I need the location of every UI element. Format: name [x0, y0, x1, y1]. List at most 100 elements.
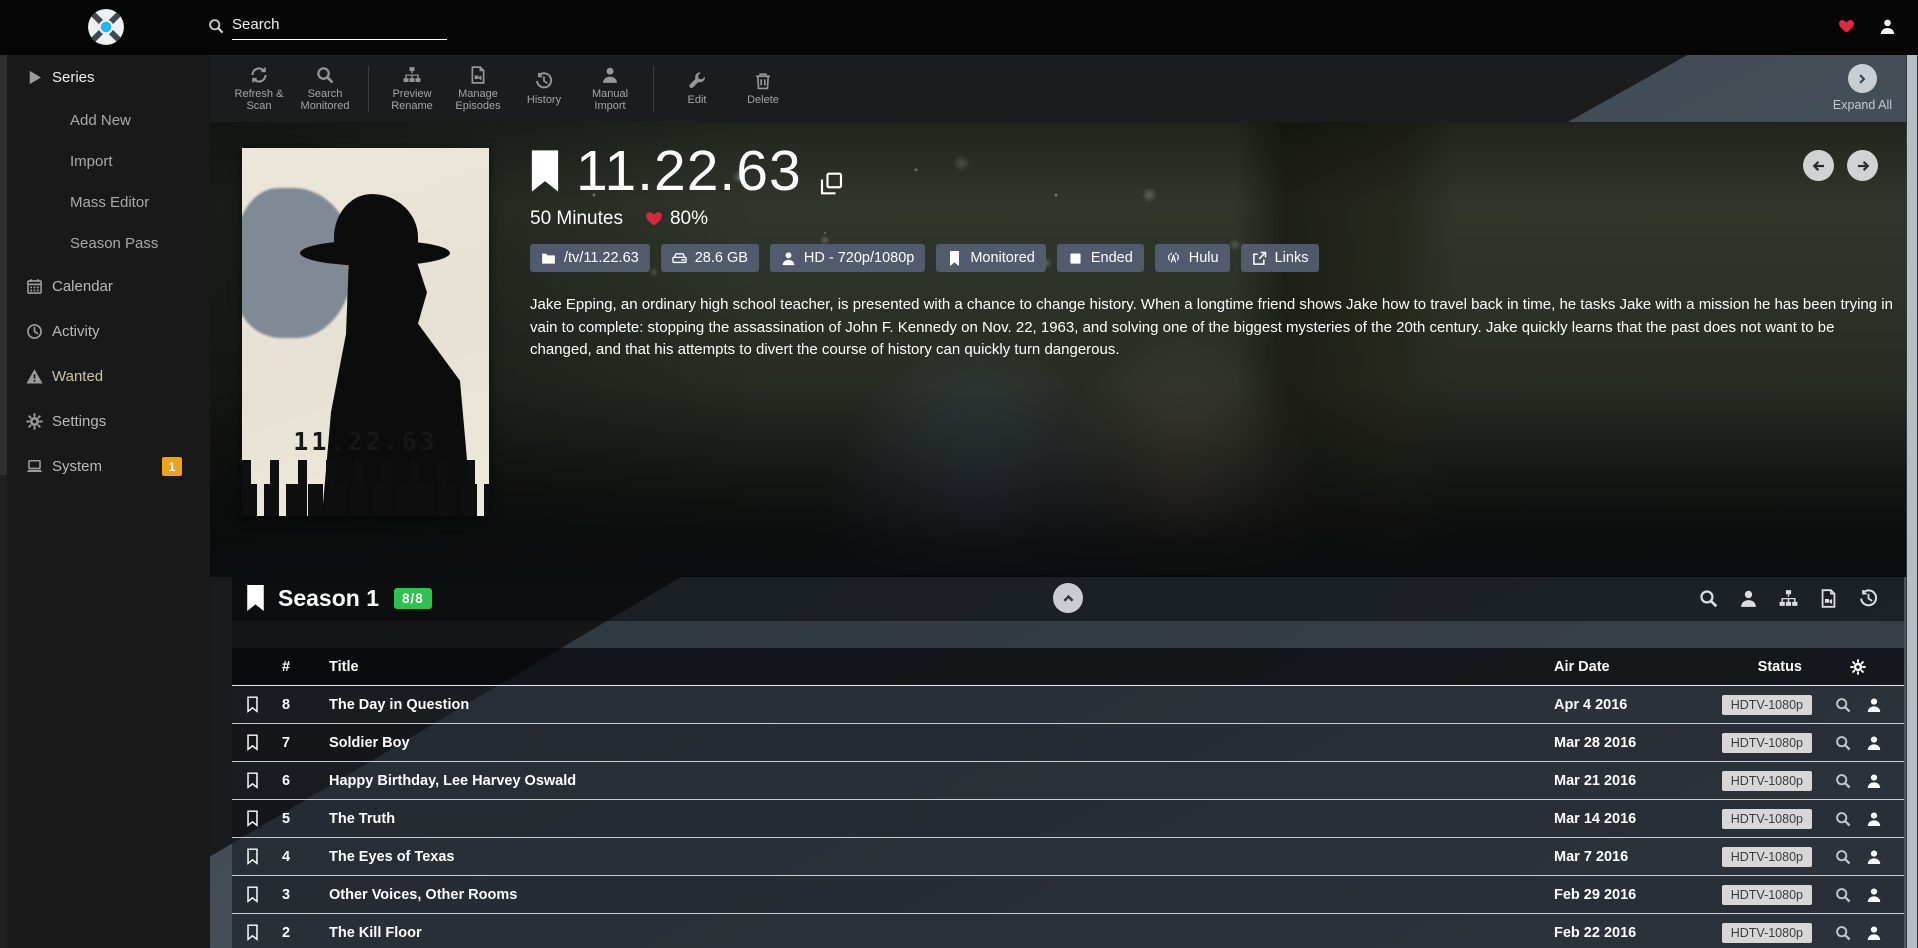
season-files-icon[interactable] [1819, 589, 1838, 608]
sidebar-item-series[interactable]: Series [0, 55, 210, 100]
hdd-icon [672, 251, 687, 266]
episode-monitor-toggle[interactable] [232, 886, 272, 903]
quality-badge[interactable]: HD - 720p/1080p [770, 244, 925, 272]
toolbar-button-label: Manage Episodes [446, 88, 510, 112]
user-icon[interactable] [1879, 18, 1896, 35]
episode-row[interactable]: 2 The Kill Floor Feb 22 2016 HDTV-1080p [232, 914, 1904, 948]
delete-button[interactable]: Delete [730, 72, 796, 106]
episode-air-date: Feb 22 2016 [1462, 925, 1662, 941]
episode-status-cell: HDTV-1080p [1662, 733, 1812, 753]
episode-quality-badge: HDTV-1080p [1722, 733, 1812, 753]
expand-all-button[interactable]: Expand All [1833, 64, 1892, 112]
episode-interactive-search-icon[interactable] [1866, 811, 1882, 827]
series-rating: 80% [670, 208, 708, 230]
episode-search-icon[interactable] [1835, 735, 1851, 751]
search-monitored-button[interactable]: Search Monitored [292, 66, 358, 112]
sidebar-scrollbar[interactable] [0, 55, 7, 948]
bookmark-outline-icon [246, 886, 259, 903]
season-history-icon[interactable] [1859, 589, 1878, 608]
episode-search-icon[interactable] [1835, 849, 1851, 865]
manual-import-button[interactable]: Manual Import [577, 66, 643, 112]
preview-rename-button[interactable]: Preview Rename [379, 66, 445, 112]
season-interactive-search-icon[interactable] [1739, 589, 1758, 608]
previous-series-button[interactable] [1803, 150, 1834, 181]
episode-row[interactable]: 3 Other Voices, Other Rooms Feb 29 2016 … [232, 876, 1904, 914]
size-badge[interactable]: 28.6 GB [661, 244, 759, 272]
episode-search-icon[interactable] [1835, 697, 1851, 713]
episode-monitor-toggle[interactable] [232, 810, 272, 827]
sonarr-logo-icon[interactable] [87, 8, 125, 46]
search-input[interactable] [232, 14, 447, 40]
episode-title[interactable]: The Day in Question [312, 697, 1462, 713]
sidebar-item-wanted[interactable]: Wanted [0, 354, 210, 399]
episode-title[interactable]: The Kill Floor [312, 925, 1462, 941]
sidebar-item-season-pass[interactable]: Season Pass [0, 223, 210, 264]
season-search-icon[interactable] [1699, 589, 1718, 608]
status-ended-badge[interactable]: Ended [1057, 244, 1144, 272]
air-date-column-header[interactable]: Air Date [1462, 659, 1662, 675]
sidebar-item-settings[interactable]: Settings [0, 399, 210, 444]
episode-monitor-toggle[interactable] [232, 924, 272, 941]
episode-monitor-toggle[interactable] [232, 772, 272, 789]
next-series-button[interactable] [1847, 150, 1878, 181]
episode-title[interactable]: The Truth [312, 811, 1462, 827]
collapse-season-button[interactable] [1053, 583, 1083, 613]
path-badge[interactable]: /tv/11.22.63 [530, 244, 650, 272]
monitored-bookmark-icon[interactable] [530, 150, 560, 192]
episode-number: 4 [272, 849, 312, 865]
episode-interactive-search-icon[interactable] [1866, 773, 1882, 789]
sidebar-item-activity[interactable]: Activity [0, 309, 210, 354]
season-rename-icon[interactable] [1779, 589, 1798, 608]
sidebar-item-calendar[interactable]: Calendar [0, 264, 210, 309]
manage-episodes-button[interactable]: Manage Episodes [445, 66, 511, 112]
sidebar-item-system[interactable]: System 1 [0, 444, 210, 489]
episode-title[interactable]: The Eyes of Texas [312, 849, 1462, 865]
page-scrollbar[interactable] [1906, 55, 1918, 948]
links-badge[interactable]: Links [1241, 244, 1320, 272]
toolbar-separator [653, 66, 654, 112]
donate-heart-icon[interactable] [1838, 18, 1855, 35]
network-badge[interactable]: Hulu [1155, 244, 1230, 272]
episode-title[interactable]: Soldier Boy [312, 735, 1462, 751]
episode-search-icon[interactable] [1835, 887, 1851, 903]
play-icon [26, 69, 43, 86]
number-column-header[interactable]: # [272, 659, 312, 675]
episode-search-icon[interactable] [1835, 925, 1851, 941]
episode-row[interactable]: 6 Happy Birthday, Lee Harvey Oswald Mar … [232, 762, 1904, 800]
episode-search-icon[interactable] [1835, 811, 1851, 827]
episode-monitor-toggle[interactable] [232, 734, 272, 751]
toolbar-button-label: Refresh & Scan [227, 88, 291, 112]
episode-title[interactable]: Happy Birthday, Lee Harvey Oswald [312, 773, 1462, 789]
episode-interactive-search-icon[interactable] [1866, 697, 1882, 713]
episode-interactive-search-icon[interactable] [1866, 735, 1882, 751]
sidebar-item-import[interactable]: Import [0, 141, 210, 182]
arrow-right-icon [1855, 158, 1871, 174]
refresh-and-scan-button[interactable]: Refresh & Scan [226, 66, 292, 112]
episode-row[interactable]: 5 The Truth Mar 14 2016 HDTV-1080p [232, 800, 1904, 838]
sidebar-item-mass-editor[interactable]: Mass Editor [0, 182, 210, 223]
episode-monitor-toggle[interactable] [232, 696, 272, 713]
history-button[interactable]: History [511, 72, 577, 106]
episode-row[interactable]: 8 The Day in Question Apr 4 2016 HDTV-10… [232, 686, 1904, 724]
episode-row[interactable]: 7 Soldier Boy Mar 28 2016 HDTV-1080p [232, 724, 1904, 762]
toolbar-button-label: Edit [688, 94, 707, 106]
series-overview: Jake Epping, an ordinary high school tea… [530, 294, 1895, 362]
episode-monitor-toggle[interactable] [232, 848, 272, 865]
episode-search-icon[interactable] [1835, 773, 1851, 789]
season-monitored-bookmark-icon[interactable] [246, 585, 265, 611]
episode-title[interactable]: Other Voices, Other Rooms [312, 887, 1462, 903]
edit-button[interactable]: Edit [664, 72, 730, 106]
title-column-header[interactable]: Title [312, 659, 1462, 675]
episode-row[interactable]: 4 The Eyes of Texas Mar 7 2016 HDTV-1080… [232, 838, 1904, 876]
table-options-gear-icon[interactable] [1850, 659, 1866, 675]
clone-icon[interactable] [820, 172, 843, 195]
monitored-badge[interactable]: Monitored [936, 244, 1045, 272]
episode-interactive-search-icon[interactable] [1866, 887, 1882, 903]
sidebar-item-add-new[interactable]: Add New [0, 100, 210, 141]
expand-all-label: Expand All [1833, 98, 1892, 112]
status-column-header[interactable]: Status [1662, 659, 1812, 675]
episode-quality-badge: HDTV-1080p [1722, 847, 1812, 867]
episode-interactive-search-icon[interactable] [1866, 925, 1882, 941]
season-title: Season 1 [278, 585, 379, 612]
episode-interactive-search-icon[interactable] [1866, 849, 1882, 865]
